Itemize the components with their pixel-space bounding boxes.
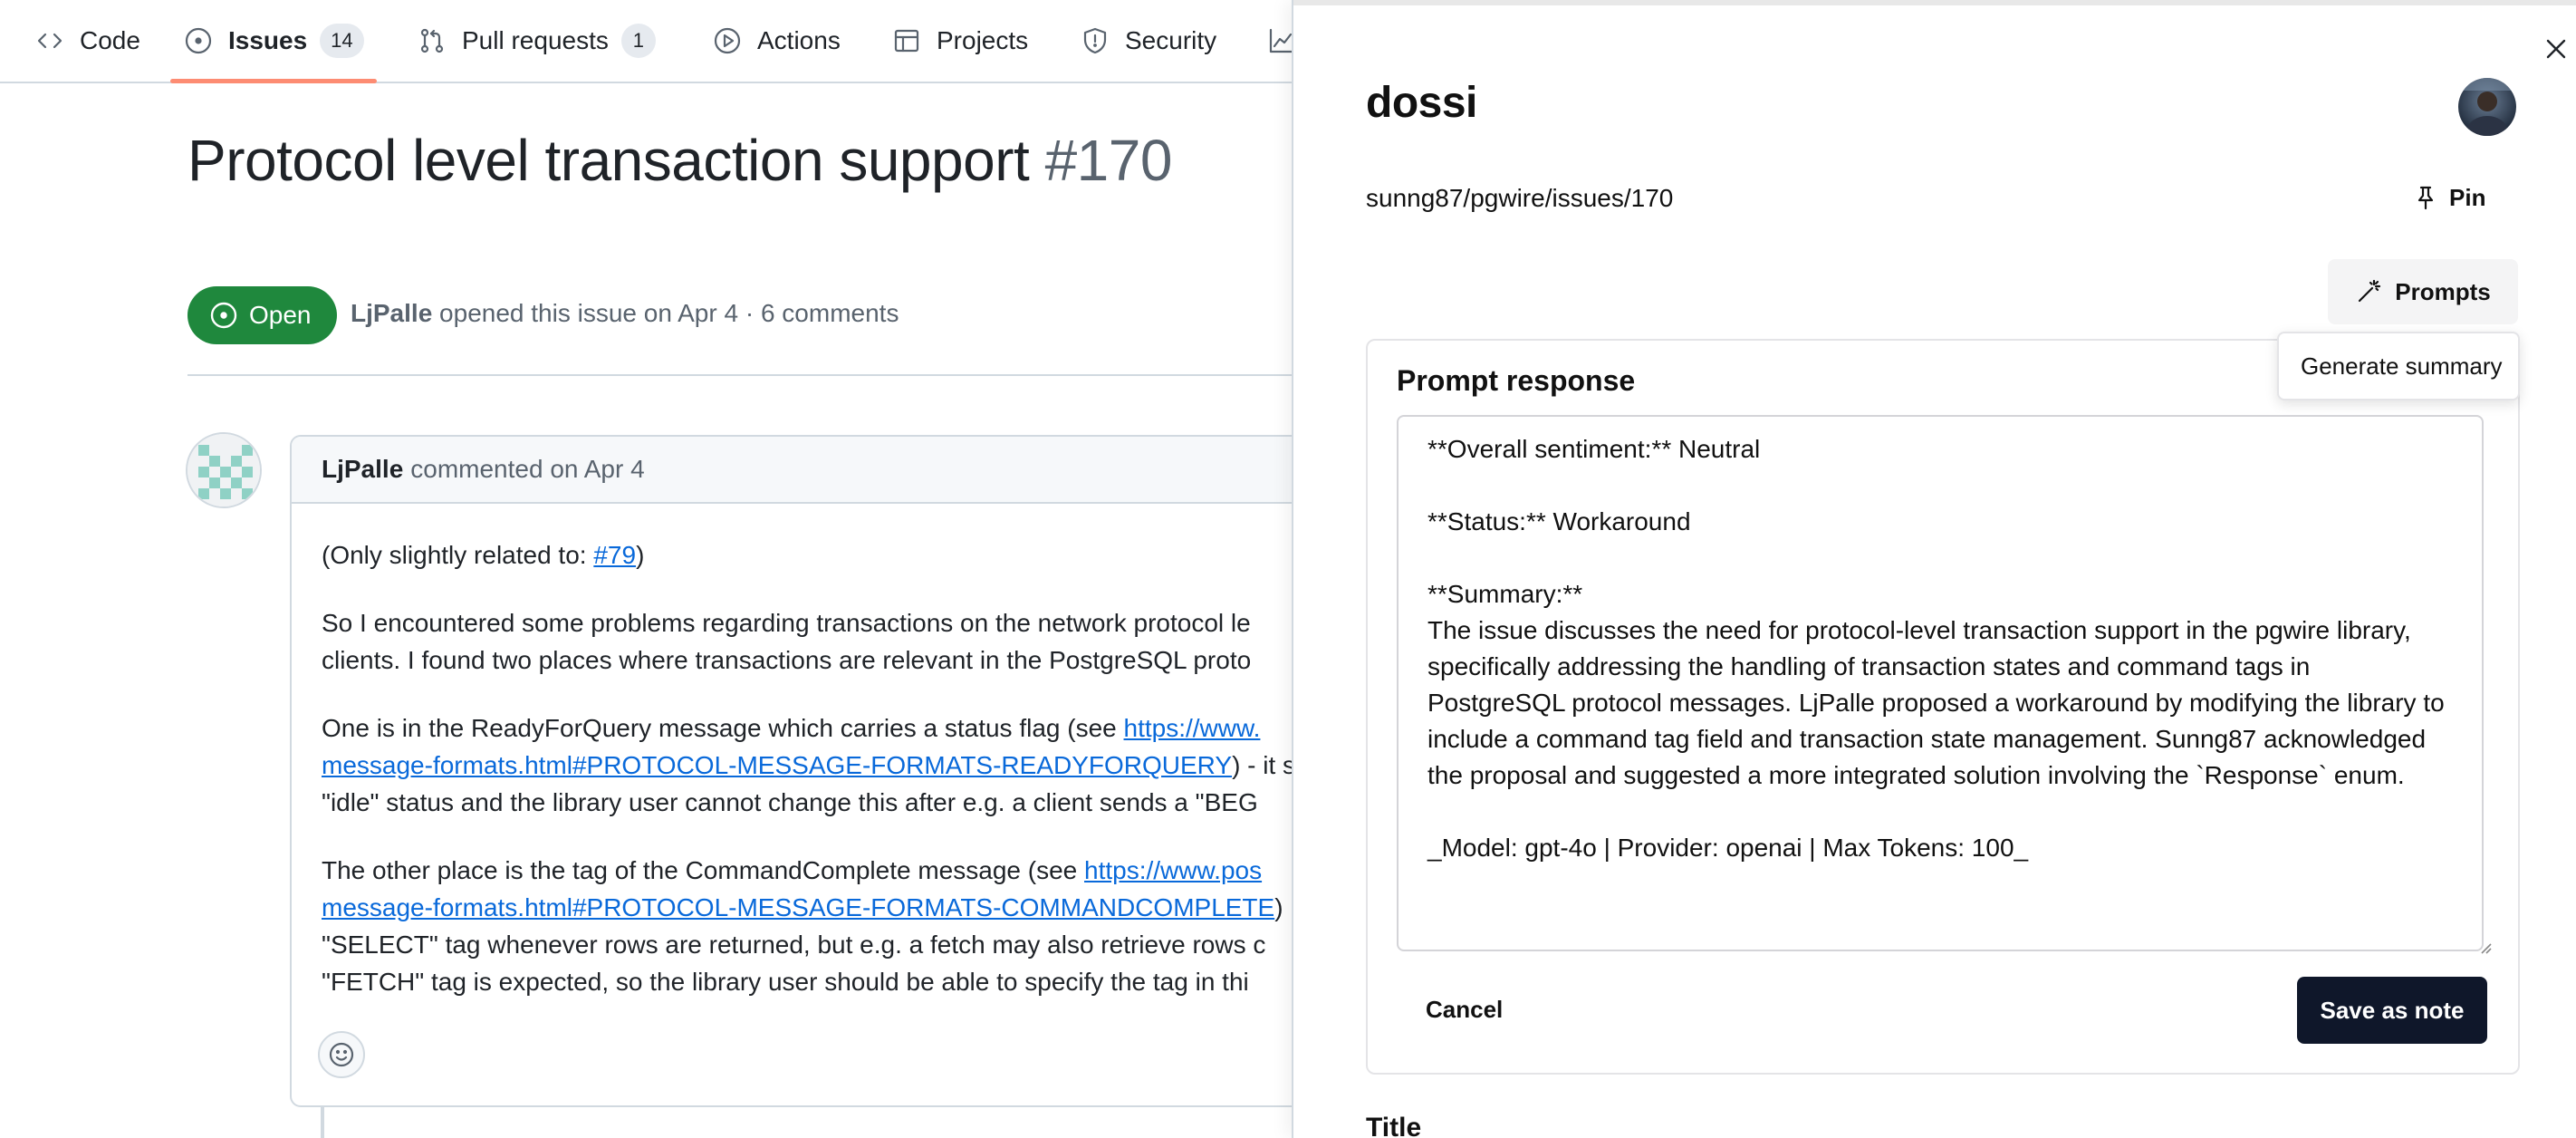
pin-button[interactable]: Pin (2413, 179, 2485, 216)
prompts-button[interactable]: Prompts (2328, 259, 2518, 324)
tab-issues-label: Issues (228, 26, 308, 54)
save-as-note-button[interactable]: Save as note (2297, 977, 2487, 1044)
tab-actions[interactable]: Actions (712, 0, 841, 82)
magic-wand-icon (2359, 279, 2381, 303)
issue-title: Protocol level transaction support #170 (187, 127, 1172, 194)
postgres-docs-link[interactable]: https://www.pos (1084, 856, 1262, 884)
prompt-response-title: Prompt response (1397, 364, 1636, 397)
comment-text: One is in the ReadyForQuery message whic… (322, 714, 1124, 742)
tab-projects-label: Projects (937, 26, 1029, 54)
issue-opened-icon (210, 302, 237, 329)
comment-text: ) (636, 541, 645, 569)
comment-text: "idle" status and the library user canno… (322, 788, 1258, 816)
comment-paragraph: (Only slightly related to: #79) (322, 536, 1339, 574)
timeline-connector (321, 1107, 324, 1138)
close-panel-button[interactable] (2540, 33, 2572, 65)
comment-text: ) (1274, 893, 1283, 921)
panel-top-border (1293, 0, 2576, 5)
code-icon (34, 25, 65, 56)
tab-issues[interactable]: Issues 14 (170, 0, 377, 83)
comment-paragraph: So I encountered some problems regarding… (322, 604, 1339, 679)
comment-text: The other place is the tag of the Comman… (322, 856, 1084, 884)
issue-title-text: Protocol level transaction support (187, 128, 1030, 193)
title-field-label: Title (1366, 1113, 1422, 1138)
pin-label: Pin (2449, 183, 2486, 211)
comment-body: (Only slightly related to: #79) So I enc… (292, 504, 1339, 1000)
comment-text: clients. I found two places where transa… (322, 646, 1252, 674)
add-reaction-button[interactable] (318, 1031, 365, 1078)
prompts-label: Prompts (2395, 277, 2491, 305)
prompts-popover-item[interactable]: Generate summary (2277, 332, 2520, 400)
git-pull-request-icon (417, 25, 447, 56)
tab-code[interactable]: Code (34, 0, 140, 82)
issue-number: #170 (1044, 128, 1173, 193)
commenter-avatar[interactable] (186, 432, 262, 508)
comment-header: LjPalle commented on Apr 4 (292, 437, 1339, 504)
shield-icon (1080, 25, 1110, 56)
user-avatar[interactable] (2458, 78, 2516, 136)
tab-pull-requests-label: Pull requests (462, 26, 609, 54)
comment-author-link[interactable]: LjPalle (322, 455, 403, 484)
comment-paragraph: One is in the ReadyForQuery message whic… (322, 709, 1339, 821)
dossi-side-panel: dossi sunng87/pgwire/issues/170 Pin Prom… (1292, 0, 2576, 1138)
comment-text: So I encountered some problems regarding… (322, 609, 1251, 637)
tab-actions-label: Actions (757, 26, 841, 54)
table-icon (891, 25, 922, 56)
tab-code-label: Code (80, 26, 140, 54)
play-icon (712, 25, 743, 56)
issue-state-badge: Open (187, 286, 337, 344)
tab-projects[interactable]: Projects (891, 0, 1028, 82)
issues-count-badge: 14 (320, 24, 364, 58)
issue-opened-icon (183, 25, 214, 56)
tab-security[interactable]: Security (1080, 0, 1216, 82)
comment-paragraph: The other place is the tag of the Comman… (322, 852, 1339, 1000)
tab-security-label: Security (1125, 26, 1217, 54)
cancel-button[interactable]: Cancel (1397, 977, 1532, 1042)
postgres-docs-link[interactable]: https://www. (1124, 714, 1261, 742)
issue-meta: LjPalle opened this issue on Apr 4 · 6 c… (351, 299, 899, 328)
textarea-resize-handle[interactable] (2476, 939, 2493, 955)
tab-pull-requests[interactable]: Pull requests 1 (417, 0, 656, 82)
postgres-docs-link[interactable]: message-formats.html#PROTOCOL-MESSAGE-FO… (322, 751, 1232, 779)
smiley-icon (329, 1042, 354, 1067)
prompt-response-textarea[interactable]: **Overall sentiment:** Neutral **Status:… (1397, 415, 2484, 951)
header-divider (187, 374, 1311, 376)
comment-text: "SELECT" tag whenever rows are returned,… (322, 931, 1266, 959)
prompt-response-card: Prompt response **Overall sentiment:** N… (1366, 339, 2520, 1075)
comment-text: (Only slightly related to: (322, 541, 594, 569)
pin-icon (2417, 186, 2434, 210)
issue-link-79[interactable]: #79 (593, 541, 636, 569)
comment-timestamp[interactable]: commented on Apr 4 (410, 455, 644, 484)
panel-title: dossi (1366, 79, 1477, 127)
postgres-docs-link[interactable]: message-formats.html#PROTOCOL-MESSAGE-FO… (322, 893, 1274, 921)
comment-text: "FETCH" tag is expected, so the library … (322, 968, 1249, 996)
issue-author-link[interactable]: LjPalle (351, 299, 432, 327)
issue-state-label: Open (249, 301, 312, 329)
issue-comment: LjPalle commented on Apr 4 (Only slightl… (290, 435, 1341, 1107)
repo-nav: Code Issues 14 Pull requests 1 Actions P… (0, 0, 1304, 83)
close-icon (2546, 39, 2566, 59)
comment-text: ) - it s (1232, 751, 1296, 779)
pull-requests-count-badge: 1 (620, 24, 656, 58)
issue-path: sunng87/pgwire/issues/170 (1366, 184, 1674, 212)
issue-meta-text: opened this issue on Apr 4 · 6 comments (439, 299, 899, 327)
